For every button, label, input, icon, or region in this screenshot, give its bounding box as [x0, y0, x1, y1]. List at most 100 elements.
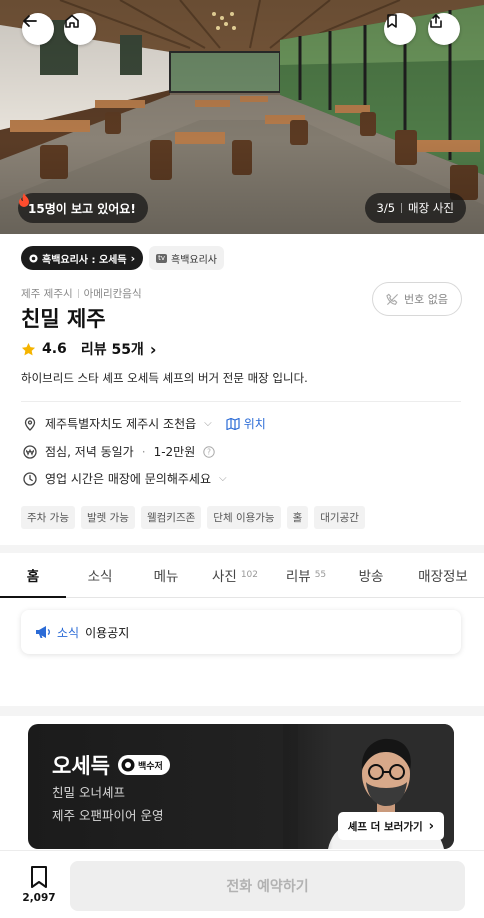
- divider: [21, 401, 461, 402]
- chevron-right-icon: ›: [130, 251, 136, 265]
- svg-text:?: ?: [207, 447, 211, 456]
- tab-label: 소식: [87, 569, 113, 585]
- region-text: 제주 제주시: [21, 288, 73, 300]
- location-link-label: 위치: [243, 417, 266, 431]
- address-text: 제주특별자치도 제주시 조천읍: [45, 417, 197, 431]
- chef-name: 오세득: [52, 754, 110, 778]
- question-icon[interactable]: ?: [203, 445, 215, 458]
- tab-label: 홈: [26, 569, 40, 585]
- amenity-tags: 주차 가능 발렛 가능 웰컴키즈존 단체 이용가능 홀 대기공간: [21, 506, 365, 529]
- fire-icon: [19, 193, 29, 207]
- chevron-down-icon[interactable]: ⌵: [204, 418, 212, 429]
- divider: [401, 203, 403, 213]
- amenity-tag: 주차 가능: [21, 506, 75, 529]
- tab-news[interactable]: 소식: [66, 553, 134, 597]
- phone-reservation-label: 전화 예약하기: [226, 879, 309, 895]
- white-spoon-badge: 백수저: [117, 755, 170, 775]
- phone-reservation-button[interactable]: 전화 예약하기: [70, 861, 465, 911]
- address-row: 제주특별자치도 제주시 조천읍 ⌵ 위치: [23, 415, 266, 432]
- tab-broadcast[interactable]: 방송: [340, 553, 402, 597]
- tab-count: 55: [314, 570, 327, 580]
- tab-bar: 홈 소식 메뉴 사진 102 리뷰 55 방송 매장정보: [0, 553, 484, 598]
- tab-label: 사진: [211, 569, 237, 585]
- store-title: 친밀 제주: [21, 307, 106, 331]
- bookmark-icon: [387, 14, 397, 28]
- home-icon: [65, 14, 79, 28]
- bottom-action-bar: 2,097 전화 예약하기: [0, 850, 484, 918]
- star-icon: [21, 342, 36, 355]
- review-count: 리뷰 55개: [80, 342, 144, 358]
- chef-card[interactable]: 오세득 백수저 친밀 오너셰프 제주 오팬파이어 운영 셰프 더 보러가기 ›: [28, 724, 454, 849]
- chef-name-row: 오세득 백수저: [52, 750, 170, 780]
- amenity-tag: 홀: [286, 506, 309, 529]
- tab-label: 방송: [358, 569, 384, 585]
- tv-show-badge-label: 흑백요리사: [171, 254, 217, 266]
- photo-counter[interactable]: 3/5 매장 사진: [364, 193, 466, 223]
- tab-store-info[interactable]: 매장정보: [402, 553, 484, 597]
- chef-more-button[interactable]: 셰프 더 보러가기 ›: [337, 812, 444, 840]
- store-description: 하이브리드 스타 셰프 오세득 셰프의 버거 전문 매장 입니다.: [21, 371, 308, 385]
- dot-separator: ·: [141, 444, 146, 459]
- cuisine-text: 아메리칸음식: [83, 288, 142, 300]
- price-text: 1-2만원: [153, 445, 196, 459]
- hours-row[interactable]: 영업 시간은 매장에 문의해주세요 ⌵: [23, 470, 227, 487]
- notice-text: 이용공지: [85, 625, 130, 640]
- flower-icon: [29, 253, 38, 263]
- divider: [77, 289, 79, 298]
- arrow-left-icon: [23, 15, 37, 27]
- hours-text: 영업 시간은 매장에 문의해주세요: [45, 472, 212, 486]
- tv-show-badge: tv 흑백요리사: [149, 246, 224, 270]
- chevron-right-icon: ›: [149, 339, 157, 359]
- chevron-down-icon: ⌵: [219, 473, 227, 484]
- tab-menu[interactable]: 메뉴: [134, 553, 198, 597]
- badge-row: 흑백요리사 : 오세득 › tv 흑백요리사: [21, 246, 224, 270]
- meal-text: 점심, 저녁 동일가: [45, 445, 134, 459]
- amenity-tag: 발렛 가능: [80, 506, 135, 529]
- share-icon: [430, 14, 442, 28]
- chevron-right-icon: ›: [428, 818, 434, 834]
- back-button[interactable]: [22, 13, 54, 45]
- photo-index: 3/5: [376, 201, 396, 215]
- rating-row[interactable]: 4.6 리뷰 55개 ›: [21, 339, 156, 359]
- chef-program-badge-label: 흑백요리사 : 오세득: [42, 254, 127, 266]
- amenity-tag: 웰컴키즈존: [140, 506, 202, 529]
- watching-text: 15명이 보고 있어요!: [28, 201, 136, 216]
- white-spoon-badge-label: 백수저: [137, 761, 163, 772]
- section-divider: [0, 706, 484, 716]
- bookmark-icon: [31, 866, 47, 888]
- tab-label: 매장정보: [418, 569, 468, 585]
- flower-icon: [121, 758, 135, 772]
- chef-more-label: 셰프 더 보러가기: [347, 820, 423, 833]
- phone-button-label: 번호 없음: [404, 293, 448, 306]
- price-row: 점심, 저녁 동일가 · 1-2만원 ?: [23, 443, 215, 460]
- category-line: 제주 제주시 아메리칸음식: [21, 286, 142, 301]
- hero-photo[interactable]: 15명이 보고 있어요! 3/5 매장 사진: [0, 0, 484, 234]
- tab-home[interactable]: 홈: [0, 553, 66, 598]
- notice-card[interactable]: 소식 이용공지: [21, 610, 461, 654]
- chef-role: 친밀 오너셰프: [52, 785, 125, 800]
- photo-label: 매장 사진: [408, 201, 454, 215]
- amenity-tag: 대기공간: [314, 506, 365, 529]
- tab-photos[interactable]: 사진 102: [198, 553, 272, 597]
- tab-count: 102: [240, 570, 259, 580]
- home-button[interactable]: [64, 13, 96, 45]
- phone-off-icon: [386, 293, 399, 305]
- watching-badge: 15명이 보고 있어요!: [18, 193, 148, 223]
- bookmark-button[interactable]: [384, 13, 416, 45]
- share-button[interactable]: [428, 13, 460, 45]
- map-icon: [226, 417, 240, 430]
- rating-score: 4.6: [42, 341, 67, 357]
- chef-restaurant: 제주 오팬파이어 운영: [52, 808, 164, 823]
- save-button[interactable]: 2,097: [18, 865, 60, 904]
- tab-reviews[interactable]: 리뷰 55: [272, 553, 340, 597]
- chef-program-badge[interactable]: 흑백요리사 : 오세득 ›: [21, 246, 144, 270]
- location-link[interactable]: 위치: [226, 415, 266, 432]
- tab-label: 메뉴: [153, 569, 179, 585]
- amenity-tag: 단체 이용가능: [207, 506, 281, 529]
- won-icon: [23, 444, 37, 459]
- save-count: 2,097: [22, 892, 56, 904]
- phone-button[interactable]: 번호 없음: [372, 282, 462, 316]
- megaphone-icon: [36, 626, 50, 638]
- tab-label: 리뷰: [285, 569, 311, 585]
- notice-tag: 소식: [57, 625, 80, 640]
